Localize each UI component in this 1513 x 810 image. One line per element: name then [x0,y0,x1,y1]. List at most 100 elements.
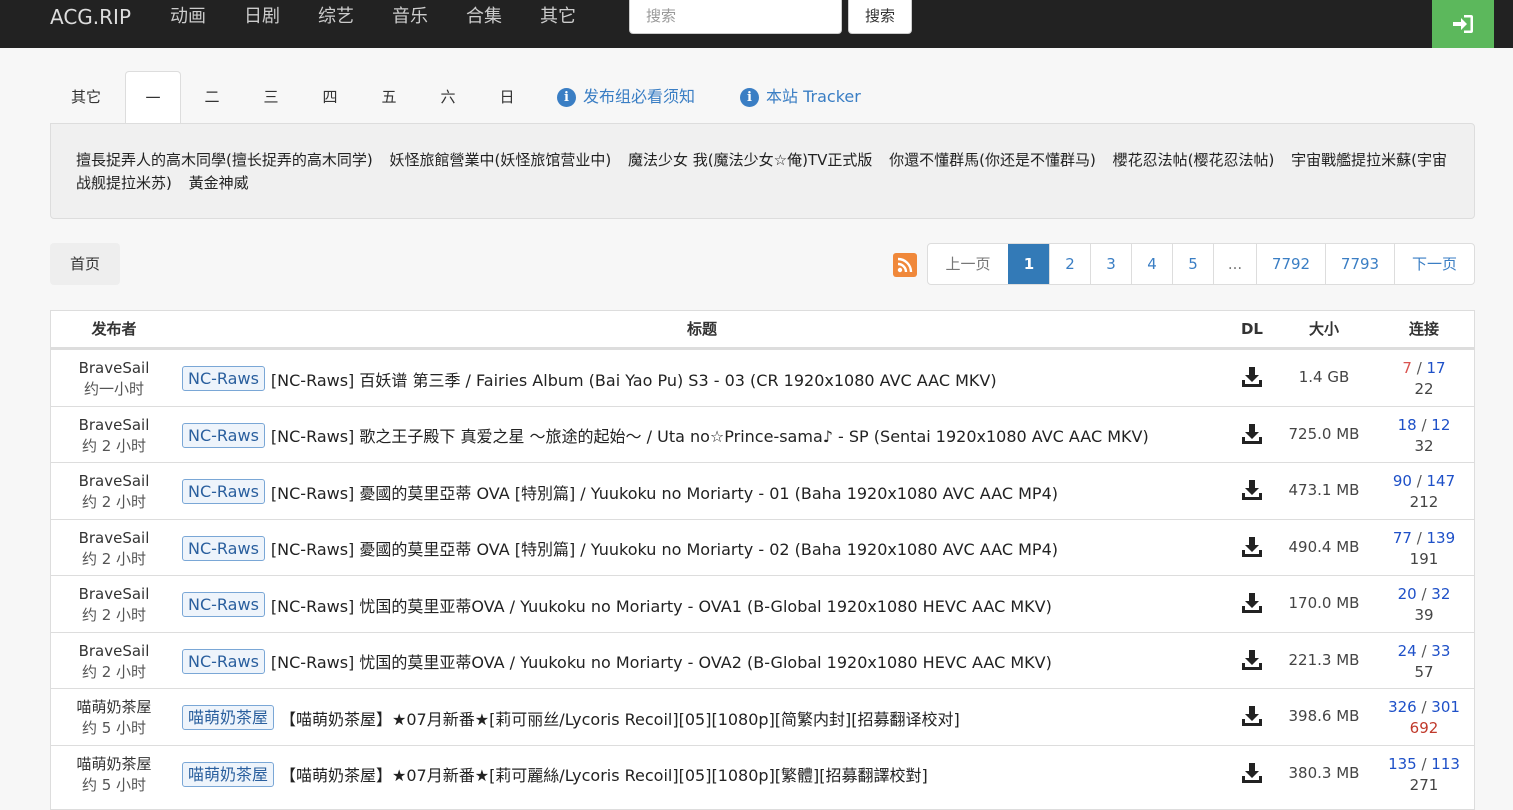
next-page-button[interactable]: 下一页 [1394,244,1474,284]
show-link[interactable]: 擅長捉弄人的高木同學(擅长捉弄的高木同学) [76,151,373,169]
nav-link-variety[interactable]: 综艺 [318,4,354,30]
torrent-title-link[interactable]: 【喵萌奶茶屋】★07月新番★[莉可丽丝/Lycoris Recoil][05][… [280,706,960,730]
seeders-count: 24 [1397,641,1417,660]
seeders-count: 326 [1388,698,1417,716]
nav-link-drama[interactable]: 日剧 [244,4,280,30]
tab-wednesday[interactable]: 三 [243,71,299,123]
show-link[interactable]: 黃金神威 [189,174,249,192]
connections-cell: 18 / 12 32 [1376,415,1472,457]
publisher-name[interactable]: BraveSail [51,358,177,379]
page-1[interactable]: 1 [1008,244,1049,284]
table-row: BraveSail 约 2 小时 NC-Raws [NC-Raws] 憂國的莫里… [51,518,1474,576]
breadcrumb-home[interactable]: 首页 [50,243,120,285]
page-7792[interactable]: 7792 [1256,244,1325,284]
nav-link-music[interactable]: 音乐 [392,4,428,30]
download-icon[interactable] [1240,478,1264,502]
team-tag[interactable]: NC-Raws [182,535,265,561]
header-size: 大小 [1308,320,1339,338]
nav-link-collection[interactable]: 合集 [466,4,502,30]
publisher-name[interactable]: BraveSail [51,415,177,436]
login-button[interactable] [1432,0,1494,48]
page-5[interactable]: 5 [1172,244,1213,284]
show-link[interactable]: 你還不懂群馬(你还是不懂群马) [889,151,1096,169]
table-row: 喵萌奶茶屋 约 5 小时 喵萌奶茶屋 【喵萌奶茶屋】★07月新番★[莉可丽丝/L… [51,688,1474,745]
show-link[interactable]: 妖怪旅館營業中(妖怪旅馆营业中) [390,151,612,169]
torrent-title-link[interactable]: [NC-Raws] 忧国的莫里亚蒂OVA / Yuukoku no Moriar… [271,649,1052,673]
download-icon[interactable] [1240,761,1264,785]
publisher-name[interactable]: BraveSail [51,471,177,492]
team-tag[interactable]: NC-Raws [182,422,265,448]
publisher-name[interactable]: 喵萌奶茶屋 [51,754,177,775]
completed-count: 57 [1414,662,1434,681]
page-7793[interactable]: 7793 [1325,244,1394,284]
page-2[interactable]: 2 [1049,244,1090,284]
team-tag[interactable]: NC-Raws [182,479,265,504]
team-tag[interactable]: NC-Raws [182,366,265,391]
title-cell: NC-Raws [NC-Raws] 憂國的莫里亞蒂 OVA [特別篇] / Yu… [182,535,1058,561]
connections-cell: 135 / 113 271 [1376,754,1472,796]
leechers-count: 113 [1431,754,1460,773]
download-icon[interactable] [1240,704,1264,728]
show-link[interactable]: 櫻花忍法帖(樱花忍法帖) [1113,151,1275,169]
title-cell: NC-Raws [NC-Raws] 忧国的莫里亚蒂OVA / Yuukoku n… [182,648,1052,674]
publisher-name[interactable]: BraveSail [51,528,177,549]
brand-logo[interactable]: ACG.RIP [50,4,131,30]
info-icon: i [557,87,576,107]
show-link[interactable]: 魔法少女 我(魔法少女☆俺)TV正式版 [628,151,872,169]
publisher-cell: BraveSail 约一小时 [51,358,177,400]
title-cell: NC-Raws [NC-Raws] 忧国的莫里亚蒂OVA / Yuukoku n… [182,592,1052,617]
publisher-cell: BraveSail 约 2 小时 [51,641,177,683]
tracker-link[interactable]: i 本站 Tracker [740,71,861,123]
search-button[interactable]: 搜索 [848,0,912,34]
prev-page-button[interactable]: 上一页 [928,244,1008,284]
torrent-table: 发布者 标题 DL 大小 连接 BraveSail 约一小时 NC-Raws [… [50,310,1475,810]
size-cell: 725.0 MB [1288,424,1360,443]
torrent-title-link[interactable]: [NC-Raws] 憂國的莫里亞蒂 OVA [特別篇] / Yuukoku no… [271,480,1058,504]
size-cell: 398.6 MB [1288,707,1360,725]
connections-cell: 90 / 147 212 [1376,471,1472,513]
publisher-name[interactable]: 喵萌奶茶屋 [51,697,177,718]
tab-saturday[interactable]: 六 [420,71,476,123]
page-3[interactable]: 3 [1090,244,1131,284]
torrent-title-link[interactable]: [NC-Raws] 忧国的莫里亚蒂OVA / Yuukoku no Moriar… [271,593,1052,617]
team-tag[interactable]: 喵萌奶茶屋 [182,761,275,787]
completed-count: 271 [1409,775,1439,794]
torrent-title-link[interactable]: [NC-Raws] 憂國的莫里亞蒂 OVA [特別篇] / Yuukoku no… [271,536,1058,560]
team-tag[interactable]: NC-Raws [182,592,265,617]
nav-link-anime[interactable]: 动画 [170,4,206,30]
publisher-guide-link[interactable]: i 发布组必看须知 [557,71,695,123]
tab-sunday[interactable]: 日 [479,71,535,123]
publisher-name[interactable]: BraveSail [51,641,177,662]
team-tag[interactable]: 喵萌奶茶屋 [182,705,275,730]
table-row: BraveSail 约 2 小时 NC-Raws [NC-Raws] 忧国的莫里… [51,575,1474,632]
tab-friday[interactable]: 五 [361,71,417,123]
publisher-name[interactable]: BraveSail [51,584,177,605]
torrent-title-link[interactable]: 【喵萌奶茶屋】★07月新番★[莉可麗絲/Lycoris Recoil][05][… [280,762,928,786]
tab-tuesday[interactable]: 二 [184,71,240,123]
rss-glyph [897,257,913,273]
tab-thursday[interactable]: 四 [302,71,358,123]
tab-monday[interactable]: 一 [125,71,181,124]
nav-link-other[interactable]: 其它 [540,4,576,30]
tab-other[interactable]: 其它 [50,71,122,123]
size-cell: 1.4 GB [1298,368,1350,386]
torrent-title-link[interactable]: [NC-Raws] 歌之王子殿下 真爱之星 ～旅途的起始～ / Uta no☆P… [271,423,1149,447]
download-icon[interactable] [1240,365,1264,389]
publisher-guide-label: 发布组必看须知 [583,87,696,106]
title-cell: NC-Raws [NC-Raws] 憂國的莫里亞蒂 OVA [特別篇] / Yu… [182,479,1058,504]
leechers-count: 17 [1426,359,1446,377]
separator: / [1411,359,1427,377]
torrent-title-link[interactable]: [NC-Raws] 百妖谱 第三季 / Fairies Album (Bai Y… [271,367,997,391]
page-4[interactable]: 4 [1131,244,1172,284]
title-cell: 喵萌奶茶屋 【喵萌奶茶屋】★07月新番★[莉可麗絲/Lycoris Recoil… [182,761,928,787]
seeders-count: 7 [1402,359,1412,377]
title-cell: NC-Raws [NC-Raws] 百妖谱 第三季 / Fairies Albu… [182,366,997,391]
download-icon[interactable] [1240,648,1264,672]
team-tag[interactable]: NC-Raws [182,648,265,674]
download-icon[interactable] [1240,422,1264,446]
download-icon[interactable] [1240,535,1264,559]
leechers-count: 32 [1431,585,1451,603]
rss-icon[interactable] [893,253,917,277]
search-input[interactable]: 搜索 [629,0,842,34]
download-icon[interactable] [1240,591,1264,615]
